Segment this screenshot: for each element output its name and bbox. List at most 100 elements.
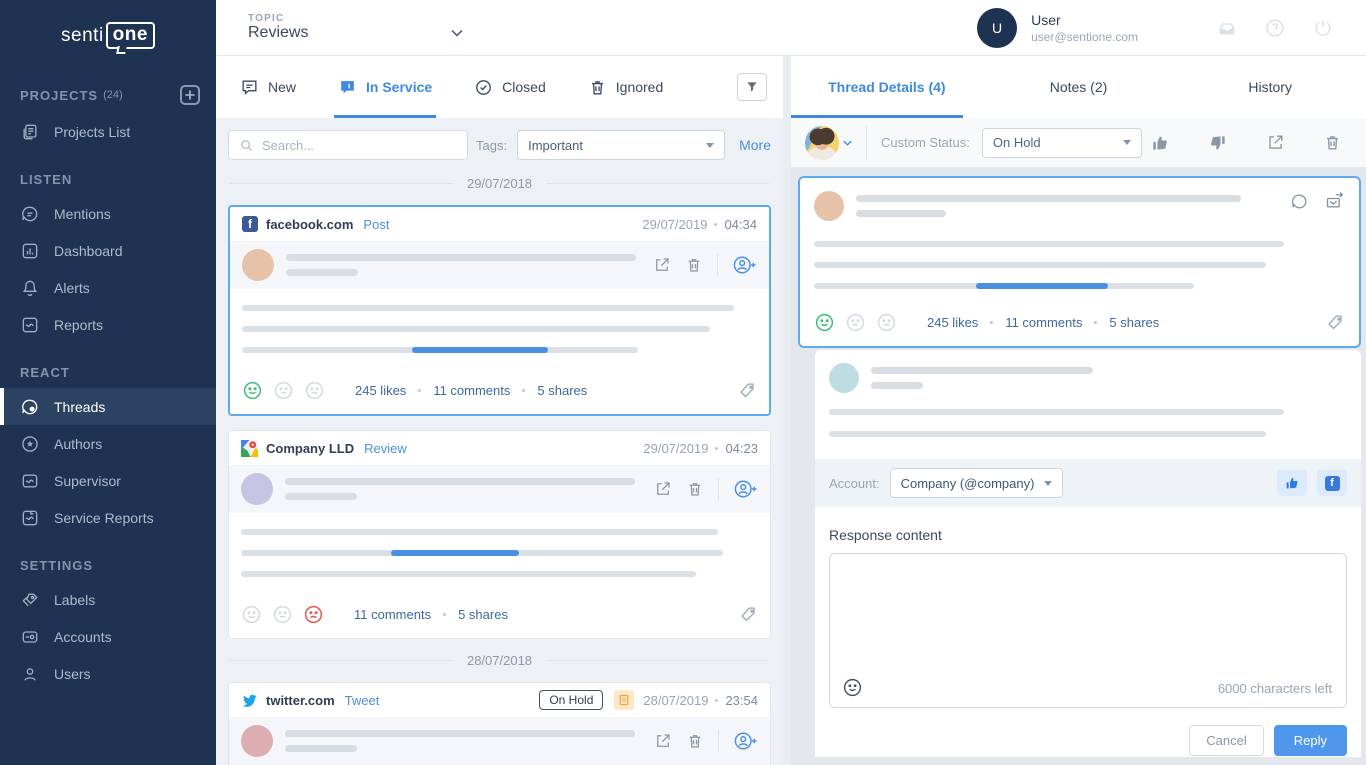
assign-author-icon[interactable] [732,254,757,276]
likes-count[interactable]: 245 likes [927,315,978,330]
comments-count[interactable]: 11 comments [1005,315,1082,330]
topic-value: Reviews [248,24,308,42]
account-dropdown[interactable]: Company (@company) [890,468,1064,498]
inbox-icon[interactable] [1216,17,1238,39]
sentiment-negative-icon[interactable] [303,604,324,625]
sidebar-item-alerts[interactable]: Alerts [0,269,216,306]
trash-icon[interactable] [1323,133,1342,152]
sidebar-section-react: REACT Threads Authors Supervisor Service… [0,355,216,536]
thumbs-down-icon[interactable] [1208,133,1228,153]
sidebar-item-service-reports[interactable]: Service Reports [0,499,216,536]
sentiment-positive-icon[interactable] [241,604,262,625]
forward-message-icon[interactable] [1325,191,1345,211]
tab-label: Ignored [616,79,663,95]
sidebar-section-header: LISTEN [0,162,216,195]
response-textarea[interactable] [830,554,1346,664]
detail-content[interactable]: 245 likes 11 comments 5 shares [791,168,1366,757]
mention-type-link[interactable]: Tweet [345,693,380,708]
tag-icon[interactable] [739,605,758,624]
topic-selector[interactable]: TOPIC Reviews [248,13,463,42]
custom-status-dropdown[interactable]: On Hold [982,128,1142,158]
open-external-icon[interactable] [654,732,672,750]
cancel-button[interactable]: Cancel [1189,725,1263,756]
sentiment-negative-icon[interactable] [876,312,897,333]
shares-count[interactable]: 5 shares [537,383,587,398]
sidebar-item-dashboard[interactable]: Dashboard [0,232,216,269]
reply-button[interactable]: Reply [1274,725,1347,756]
open-external-icon[interactable] [653,256,671,274]
thread-list[interactable]: Tags: Important More 29/07/2018 f facebo… [216,118,783,765]
sidebar-item-projects-list[interactable]: Projects List [0,113,216,150]
comments-count[interactable]: 11 comments [354,607,431,622]
tab-new[interactable]: New [240,56,296,118]
mention-type-link[interactable]: Post [363,217,389,232]
sidebar-item-label: Reports [54,317,103,333]
tab-thread-details[interactable]: Thread Details (4) [791,56,983,118]
tag-icon[interactable] [1326,313,1345,332]
trash-icon[interactable] [686,480,704,498]
sidebar-item-accounts[interactable]: Accounts [0,618,216,655]
more-filters-link[interactable]: More [739,137,771,153]
tags-dropdown[interactable]: Important [517,130,725,160]
tag-icon[interactable] [738,381,757,400]
filter-button[interactable] [737,73,767,101]
sidebar-item-labels[interactable]: Labels [0,581,216,618]
tab-in-service[interactable]: In Service [338,56,432,118]
response-actions: Cancel Reply [829,725,1347,756]
search-input[interactable] [262,138,457,153]
facebook-channel-button[interactable]: f [1317,470,1347,496]
thread-card-review[interactable]: Company LLD Review 29/07/2019 04:23 [228,430,771,639]
thread-details-panel: Thread Details (4) Notes (2) History Cus… [791,56,1366,765]
user-name: User [1031,12,1138,28]
assign-author-icon[interactable] [733,478,758,500]
tab-closed[interactable]: Closed [474,56,546,118]
trash-icon[interactable] [685,256,703,274]
open-external-icon[interactable] [654,480,672,498]
mention-type-link[interactable]: Review [364,441,407,456]
source-name[interactable]: twitter.com [266,693,335,708]
tab-history[interactable]: History [1174,56,1366,118]
mention-time: 04:34 [724,217,757,232]
assign-author-icon[interactable] [733,730,758,752]
comments-count[interactable]: 11 comments [433,383,510,398]
shares-count[interactable]: 5 shares [1109,315,1159,330]
sentiment-positive-icon[interactable] [242,380,263,401]
author-row [229,465,770,513]
sentiment-neutral-icon[interactable] [272,604,293,625]
sidebar-item-threads[interactable]: Threads [0,388,216,425]
assignee-selector[interactable] [805,126,867,160]
sidebar-item-authors[interactable]: Authors [0,425,216,462]
likes-count[interactable]: 245 likes [355,383,406,398]
thread-card-twitter[interactable]: twitter.com Tweet On Hold 28/07/2019 23:… [228,682,771,765]
tab-ignored[interactable]: Ignored [588,56,663,118]
sentiment-positive-icon[interactable] [814,312,835,333]
comment-icon[interactable] [1290,192,1309,211]
like-action-button[interactable] [1277,470,1307,496]
source-name[interactable]: Company LLD [266,441,354,456]
tab-label: In Service [366,79,432,95]
sidebar-item-mentions[interactable]: Mentions [0,195,216,232]
shares-count[interactable]: 5 shares [458,607,508,622]
sentiment-negative-icon[interactable] [304,380,325,401]
facebook-icon: f [242,216,258,232]
sentiment-neutral-icon[interactable] [845,312,866,333]
power-icon[interactable] [1312,17,1334,39]
source-name[interactable]: facebook.com [266,217,353,232]
tab-notes[interactable]: Notes (2) [983,56,1175,118]
thread-card-facebook[interactable]: f facebook.com Post 29/07/2019 04:34 [228,205,771,416]
avatar[interactable]: U [977,8,1017,48]
sidebar-item-supervisor[interactable]: Supervisor [0,462,216,499]
thumbs-up-icon[interactable] [1150,133,1170,153]
supervisor-chart-icon [20,471,40,491]
sidebar-item-users[interactable]: Users [0,655,216,692]
add-project-button[interactable] [180,85,200,105]
detail-message-card[interactable]: 245 likes 11 comments 5 shares [798,176,1361,348]
card-footer: 11 comments 5 shares [229,594,770,638]
note-icon[interactable] [614,690,634,710]
sentiment-neutral-icon[interactable] [273,380,294,401]
help-icon[interactable] [1264,17,1286,39]
sidebar-item-reports[interactable]: Reports [0,306,216,343]
open-external-icon[interactable] [1266,133,1285,152]
emoji-picker-icon[interactable] [842,677,863,698]
trash-icon[interactable] [686,732,704,750]
